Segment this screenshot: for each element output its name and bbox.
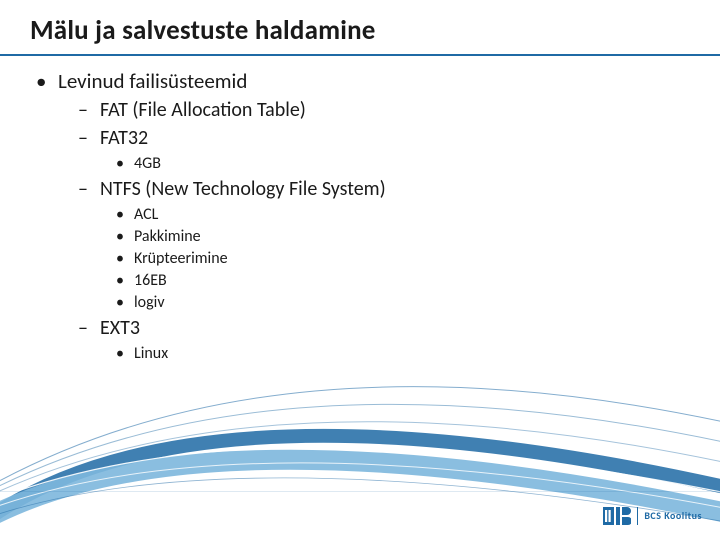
bullet-l3-4gb: 4GB: [134, 154, 676, 174]
bullet-l3-linux: Linux: [134, 344, 676, 364]
logo-text: BCS Koolitus: [637, 507, 702, 525]
slide: Mälu ja salvestuste haldamine Levinud fa…: [0, 0, 720, 540]
slide-title: Mälu ja salvestuste haldamine: [30, 14, 376, 47]
logo: BCS Koolitus: [603, 504, 702, 528]
bullet-l3-krupteerimine: Krüpteerimine: [134, 249, 676, 269]
bullet-l3-acl: ACL: [134, 205, 676, 225]
bullet-l1: Levinud failisüsteemid FAT (File Allocat…: [58, 68, 676, 364]
bullet-l2-ext3-text: EXT3: [100, 316, 140, 340]
bullet-l2-ntfs: NTFS (New Technology File System) ACL Pa…: [100, 177, 676, 313]
bullet-l2-ext3: EXT3 Linux: [100, 316, 676, 364]
bullet-l2-fat32: FAT32 4GB: [100, 126, 676, 174]
logo-mark-icon: [603, 504, 631, 528]
bullet-l2-ntfs-text: NTFS (New Technology File System): [100, 177, 386, 201]
title-underline: [0, 54, 720, 56]
bullet-l2-fat: FAT (File Allocation Table): [100, 98, 676, 123]
bullet-l3-pakkimine: Pakkimine: [134, 227, 676, 247]
footer-rule: [0, 491, 720, 492]
bullet-l3-16eb: 16EB: [134, 271, 676, 291]
bullet-l2-fat32-text: FAT32: [100, 126, 148, 150]
bullet-l3-logiv: logiv: [134, 293, 676, 313]
slide-content: Levinud failisüsteemid FAT (File Allocat…: [36, 68, 676, 368]
bullet-l1-text: Levinud failisüsteemid: [58, 68, 247, 94]
